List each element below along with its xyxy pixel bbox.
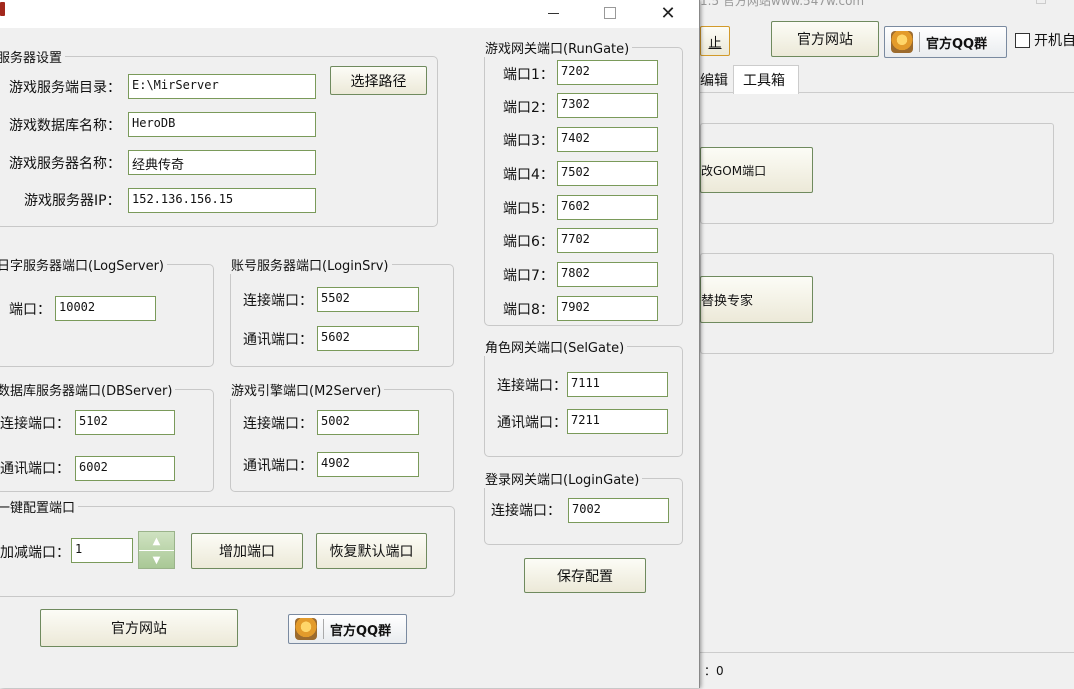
spin-down-icon[interactable]: ▼ [139,550,174,569]
run-gate-port1-input[interactable]: 7202 [557,60,658,85]
save-config-button[interactable]: 保存配置 [524,558,646,593]
qq-group-label: 官方QQ群 [330,623,392,639]
db-comm-input[interactable]: 6002 [75,456,175,481]
run-gate-port7-input[interactable]: 7802 [557,262,658,287]
db-name-label: 游戏数据库名称： [9,118,121,134]
app-icon [0,2,5,16]
separator [323,619,324,639]
run-gate-port3-input[interactable]: 7402 [557,127,658,152]
minimize-icon [547,12,559,14]
run-gate-port2-input[interactable]: 7302 [557,93,658,118]
sel-gate-connect-input[interactable]: 7111 [567,372,668,397]
tab-toolbox-label: 工具箱 [743,73,785,89]
login-srv-comm-label: 通讯端口： [243,332,313,348]
run-gate-legend: 游戏网关端口(RunGate) [485,42,630,57]
run-gate-port1-label: 端口1： [503,67,554,83]
bg-qq-group-button[interactable]: 官方QQ群 [884,26,1007,58]
db-connect-input[interactable]: 5102 [75,410,175,435]
bg-qq-group-label: 官方QQ群 [926,36,988,52]
stop-button[interactable]: 止 [700,26,730,56]
login-gate-connect-input[interactable]: 7002 [568,498,669,523]
background-window-title: 1.5 官方网站www.547w.com [700,0,865,8]
status-text: ：0 [704,664,724,678]
close-button[interactable]: ✕ [648,0,688,26]
log-server-legend: 日字服务器端口(LogServer) [0,255,167,274]
m2-connect-input[interactable]: 5002 [317,410,419,435]
bg-official-site-button[interactable]: 官方网站 [771,21,879,57]
db-name-input[interactable]: HeroDB [128,112,316,137]
gom-port-button[interactable]: 改GOM端口 [700,147,813,193]
server-ip-label: 游戏服务器IP： [24,193,121,209]
replace-expert-button[interactable]: 替换专家 [700,276,813,323]
run-gate-port5-input[interactable]: 7602 [557,195,658,220]
login-srv-connect-label: 连接端口： [243,293,313,309]
one-click-legend: 一键配置端口 [0,501,76,516]
run-gate-port4-input[interactable]: 7502 [557,161,658,186]
run-gate-port4-label: 端口4： [503,167,554,183]
server-ip-input[interactable]: 152.136.156.15 [128,188,316,213]
run-gate-port8-label: 端口8： [503,302,554,318]
login-srv-connect-input[interactable]: 5502 [317,287,419,312]
sel-gate-comm-label: 通讯端口： [497,415,567,431]
run-gate-port7-label: 端口7： [503,268,554,284]
db-comm-label: 通讯端口： [0,461,70,477]
run-gate-port6-label: 端口6： [503,234,554,250]
server-name-label: 游戏服务器名称： [9,156,121,172]
stop-button-label: 止 [708,35,722,51]
title-bar: ✕ [0,0,699,28]
restore-default-port-button[interactable]: 恢复默认端口 [316,533,427,569]
run-gate-port5-label: 端口5： [503,201,554,217]
qq-icon [295,618,317,640]
step-label: 加减端口： [0,545,70,561]
m2-comm-label: 通讯端口： [243,458,313,474]
tab-edit[interactable]: 编辑 [700,70,728,90]
background-maximize-icon[interactable] [1036,0,1046,4]
spin-up-icon[interactable]: ▲ [139,532,174,550]
official-site-button[interactable]: 官方网站 [40,609,238,647]
login-srv-comm-input[interactable]: 5602 [317,326,419,351]
maximize-icon [604,7,616,19]
dir-label: 游戏服务端目录： [9,80,121,96]
db-server-legend: 数据库服务器端口(DBServer) [0,384,173,399]
add-port-button[interactable]: 增加端口 [191,533,303,569]
autostart-checkbox[interactable] [1015,33,1030,48]
minimize-button[interactable] [533,0,573,26]
step-input[interactable]: 1 [71,538,133,563]
step-spinner[interactable]: ▲ ▼ [138,531,175,569]
server-settings-legend: 服务器设置 [0,51,63,66]
login-srv-legend: 账号服务器端口(LoginSrv) [231,259,389,274]
replace-expert-label: 替换专家 [701,294,754,309]
login-gate-legend: 登录网关端口(LoginGate) [485,473,640,488]
status-bar [700,652,1074,689]
login-gate-connect-label: 连接端口： [491,503,561,519]
tab-toolbox[interactable]: 工具箱 [733,65,799,94]
sel-gate-legend: 角色网关端口(SelGate) [485,341,625,356]
server-dir-input[interactable]: E:\MirServer [128,74,316,99]
server-name-input[interactable]: 经典传奇 [128,150,316,175]
m2-connect-label: 连接端口： [243,416,313,432]
log-port-label: 端口： [9,302,51,318]
choose-path-button[interactable]: 选择路径 [330,66,427,95]
m2-server-legend: 游戏引擎端口(M2Server) [231,384,382,399]
run-gate-port8-input[interactable]: 7902 [557,296,658,321]
run-gate-port6-input[interactable]: 7702 [557,228,658,253]
log-port-input[interactable]: 10002 [55,296,156,321]
maximize-button[interactable] [590,0,630,26]
qq-icon [891,31,913,53]
sel-gate-comm-input[interactable]: 7211 [567,409,668,434]
sel-gate-connect-label: 连接端口： [497,378,567,394]
log-server-legend-text: 日字服务器端口(LogServer) [0,259,164,274]
db-connect-label: 连接端口： [0,416,70,432]
port-config-dialog: ✕ 服务器设置 游戏服务端目录： E:\MirServer 选择路径 游戏数据库… [0,0,700,688]
qq-group-button[interactable]: 官方QQ群 [288,614,407,644]
m2-comm-input[interactable]: 4902 [317,452,419,477]
close-icon: ✕ [660,2,676,24]
sel-gate-group: 角色网关端口(SelGate) [484,337,683,457]
run-gate-port2-label: 端口2： [503,100,554,116]
autostart-label: 开机自 [1034,33,1074,49]
separator [919,32,920,52]
gom-port-button-label: 改GOM端口 [701,163,767,178]
run-gate-port3-label: 端口3： [503,133,554,149]
